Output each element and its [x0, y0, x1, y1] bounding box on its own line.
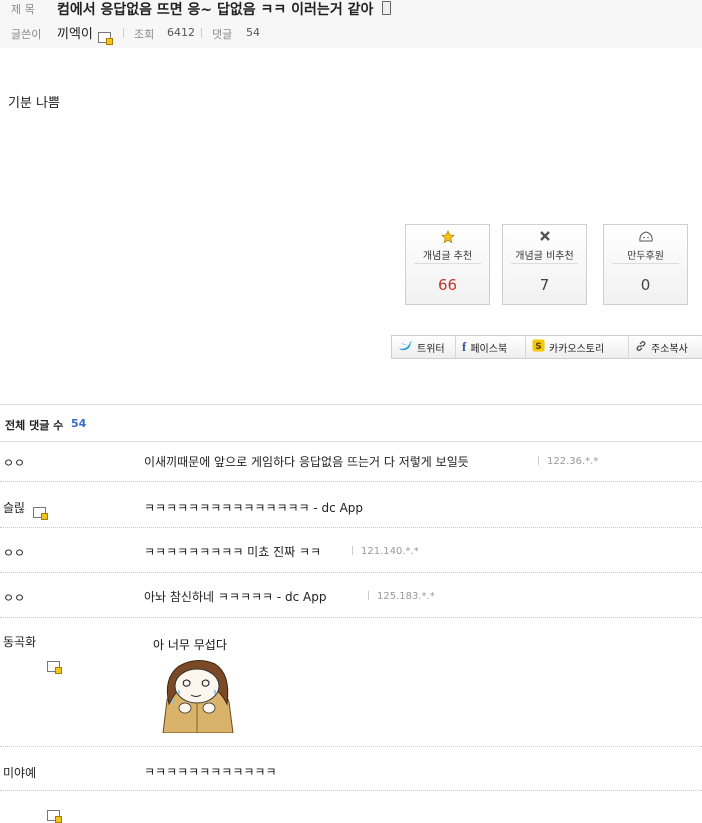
comment-text: ㅋㅋㅋㅋㅋㅋㅋㅋㅋㅋㅋㅋㅋㅋㅋ - dc App [144, 501, 364, 515]
recommend-label: 개념글 추천 [422, 251, 473, 262]
svg-text:S: S [535, 342, 541, 352]
comment-nickname[interactable]: ㅇㅇ [3, 544, 25, 561]
comment-dccon-image: 아 너무 무섭다 [149, 634, 248, 733]
comments-count: 54 [246, 26, 260, 39]
comment-text: ㅋㅋㅋㅋㅋㅋㅋㅋㅋ 미쵸 진짜 ㅋㅋ [144, 545, 322, 559]
mandu-count: 0 [640, 276, 651, 294]
post-header: 제 목 컴에서 응답없음 뜨면 응~ 답없음 ㅋㅋ 이러는거 같아 글쓴이 끼엑… [0, 0, 702, 48]
comment-divider [0, 617, 702, 618]
x-icon [503, 230, 586, 244]
crying-character-illustration [162, 660, 234, 733]
gallog-icon[interactable] [98, 32, 113, 45]
comments-label: 댓글 [212, 28, 233, 41]
comment-nickname[interactable]: 슬릲 [3, 499, 25, 516]
gallog-icon[interactable] [47, 661, 62, 674]
gallog-icon[interactable] [33, 507, 48, 520]
not-recommend-count: 7 [539, 276, 550, 294]
copy-url-button[interactable]: 주소복사 [629, 336, 702, 358]
gallog-icon[interactable] [47, 810, 62, 823]
mobile-icon [382, 1, 391, 15]
share-twitter-label: 트위터 [417, 343, 445, 355]
not-recommend-label: 개념글 비추천 [515, 251, 574, 262]
separator [201, 28, 202, 38]
dccon-caption: 아 너무 무섭다 [153, 638, 227, 652]
mandu-button[interactable]: 만두후원 0 [603, 224, 688, 305]
comment-nickname[interactable]: ㅇㅇ [3, 454, 25, 471]
share-kakaostory-label: 카카오스토리 [549, 343, 605, 355]
twitter-icon [398, 340, 413, 354]
comment-total-count: 54 [71, 417, 87, 430]
share-facebook-button[interactable]: f 페이스북 [456, 336, 526, 358]
comment-nickname[interactable]: ㅇㅇ [3, 589, 25, 606]
comment-divider [0, 746, 702, 747]
kakaostory-icon: S [532, 339, 545, 355]
comment-text: 아놔 참신하네 ㅋㅋㅋㅋㅋ - dc App [144, 590, 327, 604]
comment-header-divider [0, 441, 702, 442]
comment-nickname[interactable]: 동곡화 [3, 633, 36, 650]
share-facebook-label: 페이스북 [470, 343, 508, 355]
comment-divider [0, 527, 702, 528]
comment-nickname[interactable]: 미야예 [3, 764, 36, 781]
comment-ip: 125.183.*.* [368, 591, 435, 602]
share-bar: 트위터 f 페이스북 S 카카오스토리 주소복사 [391, 335, 702, 359]
comment-divider [0, 481, 702, 482]
comment-divider [0, 790, 702, 791]
comment-total-label: 전체 댓글 수 [5, 419, 64, 432]
recommend-count: 66 [437, 276, 458, 294]
link-icon [635, 340, 647, 355]
share-twitter-button[interactable]: 트위터 [392, 336, 456, 358]
mandu-label: 만두후원 [627, 251, 664, 262]
copy-url-label: 주소복사 [651, 343, 688, 355]
comment-ip: 122.36.*.* [538, 456, 598, 467]
author-label: 글쓴이 [11, 28, 42, 41]
post-title: 컴에서 응답없음 뜨면 응~ 답없음 ㅋㅋ 이러는거 같아 [57, 2, 374, 18]
not-recommend-button[interactable]: 개념글 비추천 7 [502, 224, 587, 305]
comment-section-divider [0, 404, 702, 405]
comment-divider [0, 572, 702, 573]
views-label: 조회 [134, 28, 155, 41]
comment-text: 이새끼때문에 앞으로 게임하다 응답없음 뜨는거 다 저렇게 보일듯 [144, 455, 469, 469]
mandu-icon [604, 230, 687, 244]
comment-ip: 121.140.*.* [352, 546, 419, 557]
title-label: 제 목 [11, 3, 35, 16]
recommend-button[interactable]: 개념글 추천 66 [405, 224, 490, 305]
comment-text: ㅋㅋㅋㅋㅋㅋㅋㅋㅋㅋㅋㅋ [144, 765, 277, 779]
author-nickname[interactable]: 끼엑이 [57, 23, 93, 42]
star-icon [406, 230, 489, 244]
post-body: 기분 나쁨 [8, 96, 60, 111]
views-count: 6412 [167, 26, 195, 39]
separator [123, 28, 124, 38]
facebook-icon: f [462, 339, 467, 354]
share-kakaostory-button[interactable]: S 카카오스토리 [526, 336, 629, 358]
